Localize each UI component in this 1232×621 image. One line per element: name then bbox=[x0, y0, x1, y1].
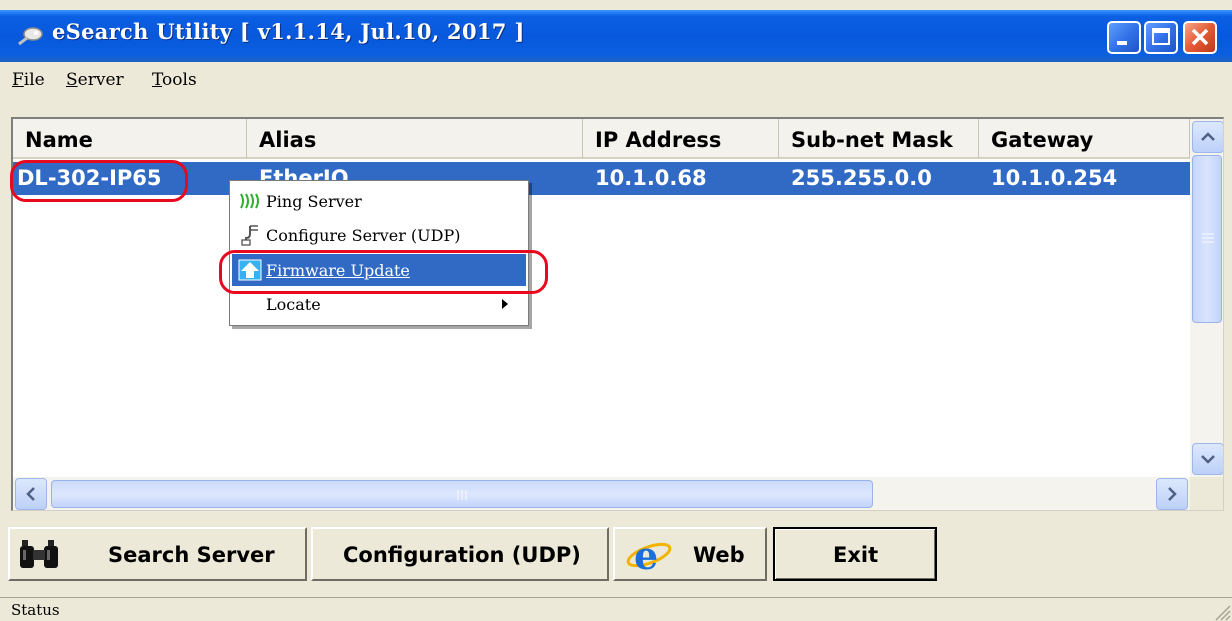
grip-icon bbox=[1202, 233, 1214, 243]
menu-server[interactable]: Server bbox=[66, 70, 124, 90]
status-bar: Status bbox=[0, 597, 1232, 621]
scroll-up-button[interactable] bbox=[1192, 121, 1223, 153]
server-list[interactable]: Name Alias IP Address Sub-net Mask Gatew… bbox=[11, 117, 1224, 511]
column-header-gateway[interactable]: Gateway bbox=[979, 119, 1190, 159]
status-text: Status bbox=[11, 601, 60, 619]
internet-explorer-icon: e bbox=[626, 533, 672, 577]
scrollbar-corner bbox=[1190, 477, 1223, 510]
scroll-right-button[interactable] bbox=[1156, 478, 1188, 510]
resize-grip-icon[interactable] bbox=[1210, 600, 1232, 621]
vertical-scrollbar[interactable] bbox=[1190, 119, 1223, 477]
maximize-icon bbox=[1152, 28, 1170, 45]
menu-file[interactable]: File bbox=[12, 70, 45, 90]
context-menu: Ping Server Configure Server (UDP) Firmw… bbox=[229, 180, 529, 326]
menu-item-configure-server[interactable]: Configure Server (UDP) bbox=[232, 219, 526, 251]
configuration-udp-button[interactable]: Configuration (UDP) bbox=[311, 527, 609, 581]
exit-button[interactable]: Exit bbox=[773, 527, 937, 581]
web-button[interactable]: e Web bbox=[613, 527, 767, 581]
title-bar[interactable]: eSearch Utility [ v1.1.14, Jul.10, 2017 … bbox=[0, 10, 1232, 62]
minimize-button[interactable] bbox=[1107, 21, 1141, 54]
column-header-name[interactable]: Name bbox=[13, 119, 247, 159]
upload-arrow-icon bbox=[238, 259, 262, 281]
esearch-window: eSearch Utility [ v1.1.14, Jul.10, 2017 … bbox=[0, 0, 1232, 621]
chevron-up-icon bbox=[1201, 132, 1215, 141]
column-header-mask[interactable]: Sub-net Mask bbox=[779, 119, 979, 159]
chevron-down-icon bbox=[1201, 455, 1215, 464]
menu-item-firmware-update[interactable]: Firmware Update bbox=[232, 254, 526, 286]
vertical-scroll-thumb[interactable] bbox=[1192, 155, 1222, 323]
scroll-down-button[interactable] bbox=[1192, 443, 1223, 475]
svg-text:e: e bbox=[634, 533, 658, 577]
cell-mask: 255.255.0.0 bbox=[791, 166, 932, 190]
scroll-left-button[interactable] bbox=[15, 478, 47, 510]
cell-gateway: 10.1.0.254 bbox=[991, 166, 1118, 190]
close-icon bbox=[1191, 28, 1209, 46]
menu-tools[interactable]: Tools bbox=[152, 70, 197, 90]
minimize-icon bbox=[1117, 41, 1127, 45]
menu-bar: File Server Tools bbox=[0, 62, 1232, 98]
cell-name: DL-302-IP65 bbox=[17, 166, 162, 190]
chevron-right-icon bbox=[1168, 487, 1177, 501]
binoculars-icon bbox=[20, 540, 58, 568]
horizontal-scrollbar[interactable] bbox=[13, 477, 1190, 510]
ping-wave-icon bbox=[240, 193, 259, 209]
menu-item-locate[interactable]: Locate bbox=[232, 288, 526, 320]
search-server-button[interactable]: Search Server bbox=[8, 527, 307, 581]
chevron-left-icon bbox=[26, 487, 35, 501]
grip-icon bbox=[457, 490, 467, 500]
column-header-alias[interactable]: Alias bbox=[247, 119, 583, 159]
window-title: eSearch Utility [ v1.1.14, Jul.10, 2017 … bbox=[52, 19, 525, 44]
config-plug-icon bbox=[241, 225, 258, 246]
menu-item-ping-server[interactable]: Ping Server bbox=[232, 185, 526, 217]
cell-ip: 10.1.0.68 bbox=[595, 166, 707, 190]
maximize-button[interactable] bbox=[1144, 21, 1178, 54]
column-header-ip[interactable]: IP Address bbox=[583, 119, 779, 159]
submenu-arrow-icon bbox=[502, 299, 508, 309]
close-button[interactable] bbox=[1183, 21, 1217, 54]
horizontal-scroll-thumb[interactable] bbox=[51, 480, 873, 508]
button-bar: Search Server Configuration (UDP) e Web … bbox=[0, 520, 1232, 590]
table-row[interactable]: DL-302-IP65 EtherIO 10.1.0.68 255.255.0.… bbox=[13, 162, 1190, 195]
magnifier-wand-icon bbox=[18, 27, 43, 46]
